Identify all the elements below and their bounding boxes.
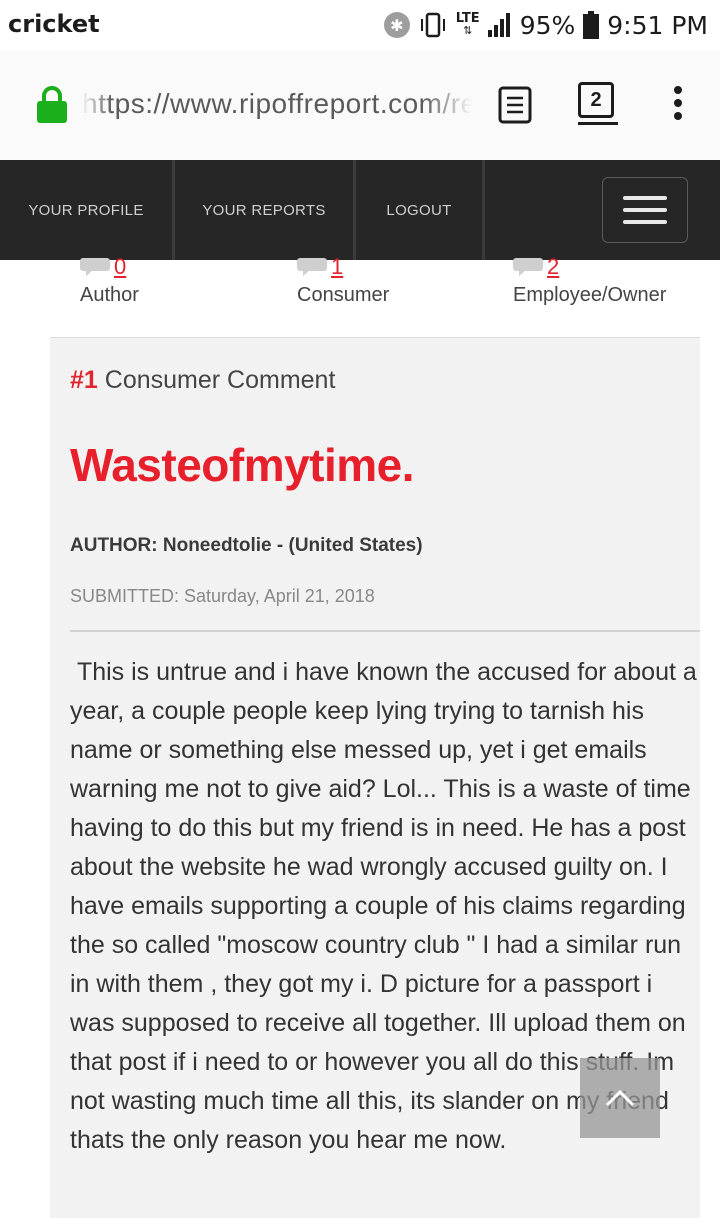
comment-submitted-date: SUBMITTED: Saturday, April 21, 2018	[70, 586, 375, 606]
comment-title: Wasteofmytime.	[70, 439, 415, 491]
consumer-count-link[interactable]: 1	[331, 256, 343, 278]
comment-counts: 0 Author 1 Consumer 2 Employee/Owner	[0, 256, 720, 338]
status-icons: ✱ LTE ⇅ 95% 9:51 PM	[383, 8, 708, 42]
clock: 9:51 PM	[607, 10, 708, 40]
nav-your-reports[interactable]: YOUR REPORTS	[175, 160, 353, 260]
speech-bubble-icon	[297, 258, 327, 276]
comment-author: AUTHOR: Noneedtolie - (United States)	[70, 535, 423, 556]
count-employee-owner: 2 Employee/Owner	[513, 256, 667, 307]
count-consumer: 1 Consumer	[297, 256, 390, 307]
comment-number: #1	[70, 366, 98, 394]
status-bar: cricket ✱ LTE ⇅ 95% 9:51 PM	[0, 0, 720, 50]
carrier-name: cricket	[8, 10, 100, 38]
reader-mode-icon[interactable]	[498, 86, 532, 124]
site-nav: YOUR PROFILE YOUR REPORTS LOGOUT	[0, 160, 720, 260]
nav-your-profile[interactable]: YOUR PROFILE	[0, 160, 172, 260]
consumer-count-label: Consumer	[297, 284, 390, 306]
divider	[70, 630, 700, 632]
url-field[interactable]: https://www.ripoffreport.com/re	[82, 88, 472, 128]
employee-owner-count-label: Employee/Owner	[513, 284, 667, 306]
speech-bubble-icon	[513, 258, 543, 276]
vibrate-icon	[420, 12, 445, 38]
comment-header: #1 Consumer Comment	[70, 366, 335, 395]
scroll-to-top-button[interactable]	[580, 1058, 660, 1138]
menu-toggle-button[interactable]	[602, 177, 688, 243]
count-author: 0 Author	[80, 256, 139, 307]
more-options-icon[interactable]	[672, 86, 684, 122]
lte-icon: LTE ⇅	[455, 11, 480, 37]
author-count-link[interactable]: 0	[114, 256, 126, 278]
author-count-label: Author	[80, 284, 139, 306]
tab-switcher-button[interactable]: 2	[578, 82, 614, 118]
tab-switcher-underline	[578, 122, 618, 125]
chevron-up-icon	[605, 1089, 635, 1107]
signal-icon	[487, 13, 510, 37]
nav-logout[interactable]: LOGOUT	[356, 160, 482, 260]
battery-percent: 95%	[519, 10, 576, 40]
comment-type: Consumer Comment	[104, 366, 336, 394]
employee-owner-count-link[interactable]: 2	[547, 256, 559, 278]
bluetooth-icon: ✱	[383, 12, 410, 38]
lock-icon[interactable]	[36, 86, 68, 124]
battery-icon	[583, 11, 600, 39]
speech-bubble-icon	[80, 258, 110, 276]
nav-divider	[482, 160, 485, 260]
